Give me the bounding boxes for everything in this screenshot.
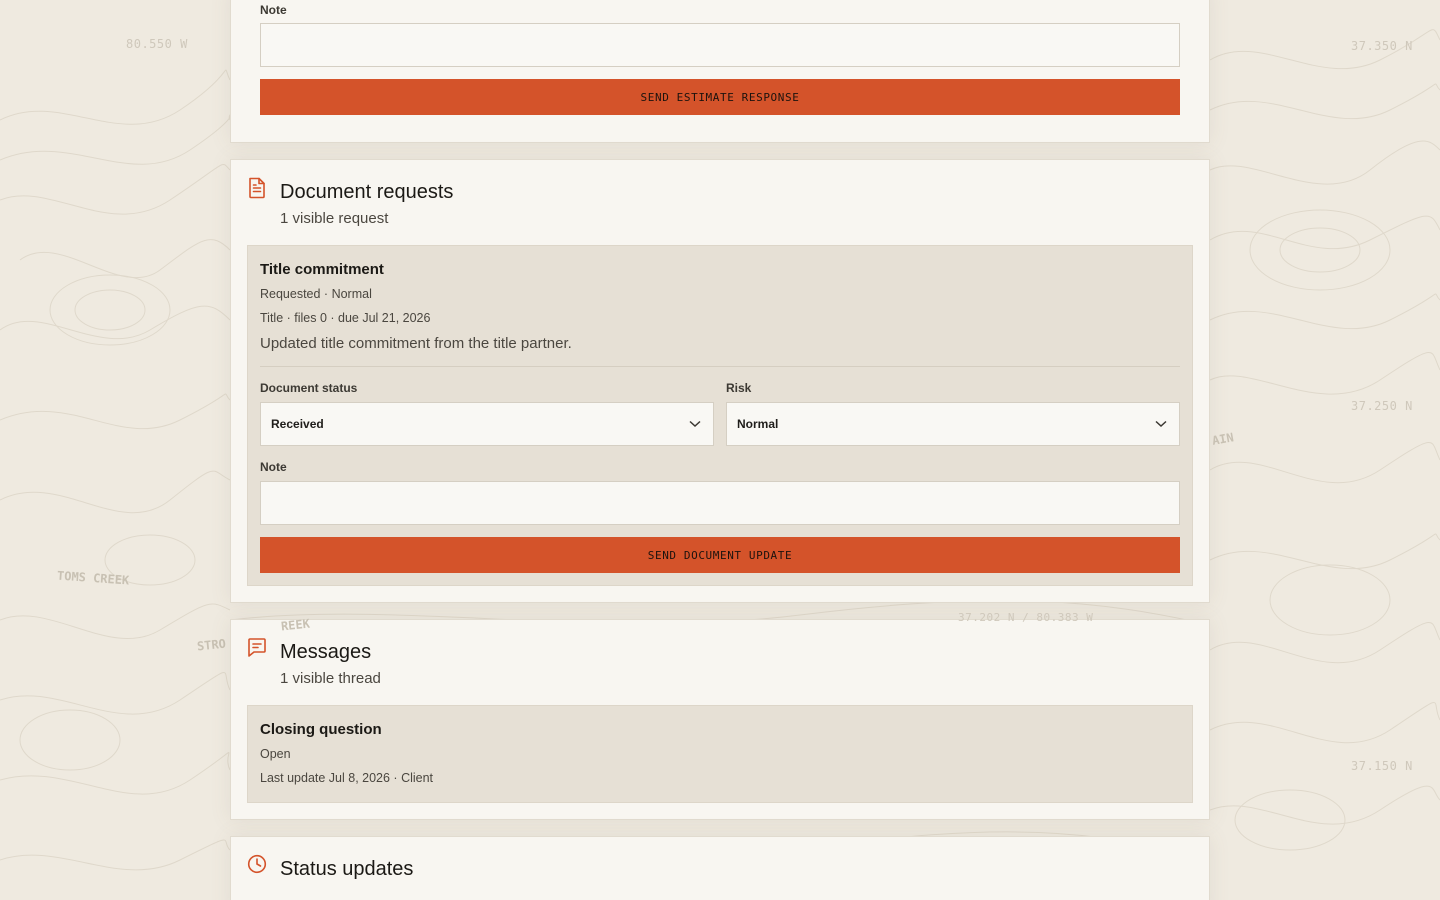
estimate-response-panel: Note SEND ESTIMATE RESPONSE	[260, 0, 1180, 143]
thread-last-update: Last update Jul 8, 2026 · Client	[260, 771, 434, 785]
messages-header: Messages 1 visible thread	[231, 620, 1209, 691]
coordinate-label: 37.150 N	[1351, 759, 1413, 773]
chevron-down-icon	[689, 417, 701, 431]
thread-status: Open	[260, 747, 291, 761]
status-updates-title: Status updates	[280, 858, 414, 880]
coordinate-label: 37.350 N	[1351, 39, 1413, 53]
document-requests-count: 1 visible request	[280, 210, 389, 227]
messages-count: 1 visible thread	[280, 670, 381, 687]
document-requests-header: Document requests 1 visible request	[231, 160, 1209, 231]
coordinate-label: 37.250 N	[1351, 399, 1413, 413]
document-request-item: Title commitment Requested · Normal Titl…	[247, 245, 1193, 586]
document-request-title: Title commitment	[260, 261, 384, 278]
estimate-response-card: Note SEND ESTIMATE RESPONSE	[230, 0, 1210, 143]
messages-title: Messages	[280, 641, 372, 663]
messages-card: Messages 1 visible thread Closing questi…	[230, 619, 1210, 820]
coordinate-label: 80.550 W	[126, 37, 188, 51]
place-label: STRO	[196, 636, 227, 654]
document-icon	[247, 177, 267, 199]
estimate-note-label: Note	[260, 3, 287, 17]
document-status-select[interactable]: Received	[260, 402, 714, 446]
document-request-status-line: Requested · Normal	[260, 287, 372, 301]
status-updates-header: Status updates	[231, 837, 1209, 884]
document-note-block: Note	[260, 460, 1180, 525]
chevron-down-icon	[1155, 417, 1167, 431]
clock-icon	[247, 854, 267, 876]
document-status-label: Document status	[260, 381, 358, 395]
status-updates-card: Status updates	[230, 836, 1210, 900]
document-request-detail-line: Title · files 0 · due Jul 21, 2026	[260, 311, 431, 325]
document-request-fields: Document status Received Risk Normal	[260, 381, 1180, 446]
thread-title: Closing question	[260, 721, 382, 738]
send-estimate-response-button[interactable]: SEND ESTIMATE RESPONSE	[260, 79, 1180, 115]
risk-label: Risk	[726, 381, 752, 395]
place-label: REEK	[280, 616, 311, 634]
document-requests-card: Document requests 1 visible request Titl…	[230, 159, 1210, 603]
send-document-update-button[interactable]: SEND DOCUMENT UPDATE	[260, 537, 1180, 573]
document-note-input[interactable]	[260, 481, 1180, 525]
risk-value: Normal	[737, 417, 779, 431]
document-requests-title: Document requests	[280, 181, 454, 203]
coordinate-label: 37.202 N / 80.383 W	[958, 611, 1094, 624]
document-note-label: Note	[260, 460, 287, 474]
risk-select[interactable]: Normal	[726, 402, 1180, 446]
document-request-description: Updated title commitment from the title …	[260, 335, 1180, 367]
estimate-note-input[interactable]	[260, 23, 1180, 67]
message-icon	[247, 637, 267, 659]
document-status-value: Received	[271, 417, 324, 431]
message-thread[interactable]: Closing question Open Last update Jul 8,…	[247, 705, 1193, 803]
main-column: Note SEND ESTIMATE RESPONSE Document req…	[230, 0, 1210, 900]
